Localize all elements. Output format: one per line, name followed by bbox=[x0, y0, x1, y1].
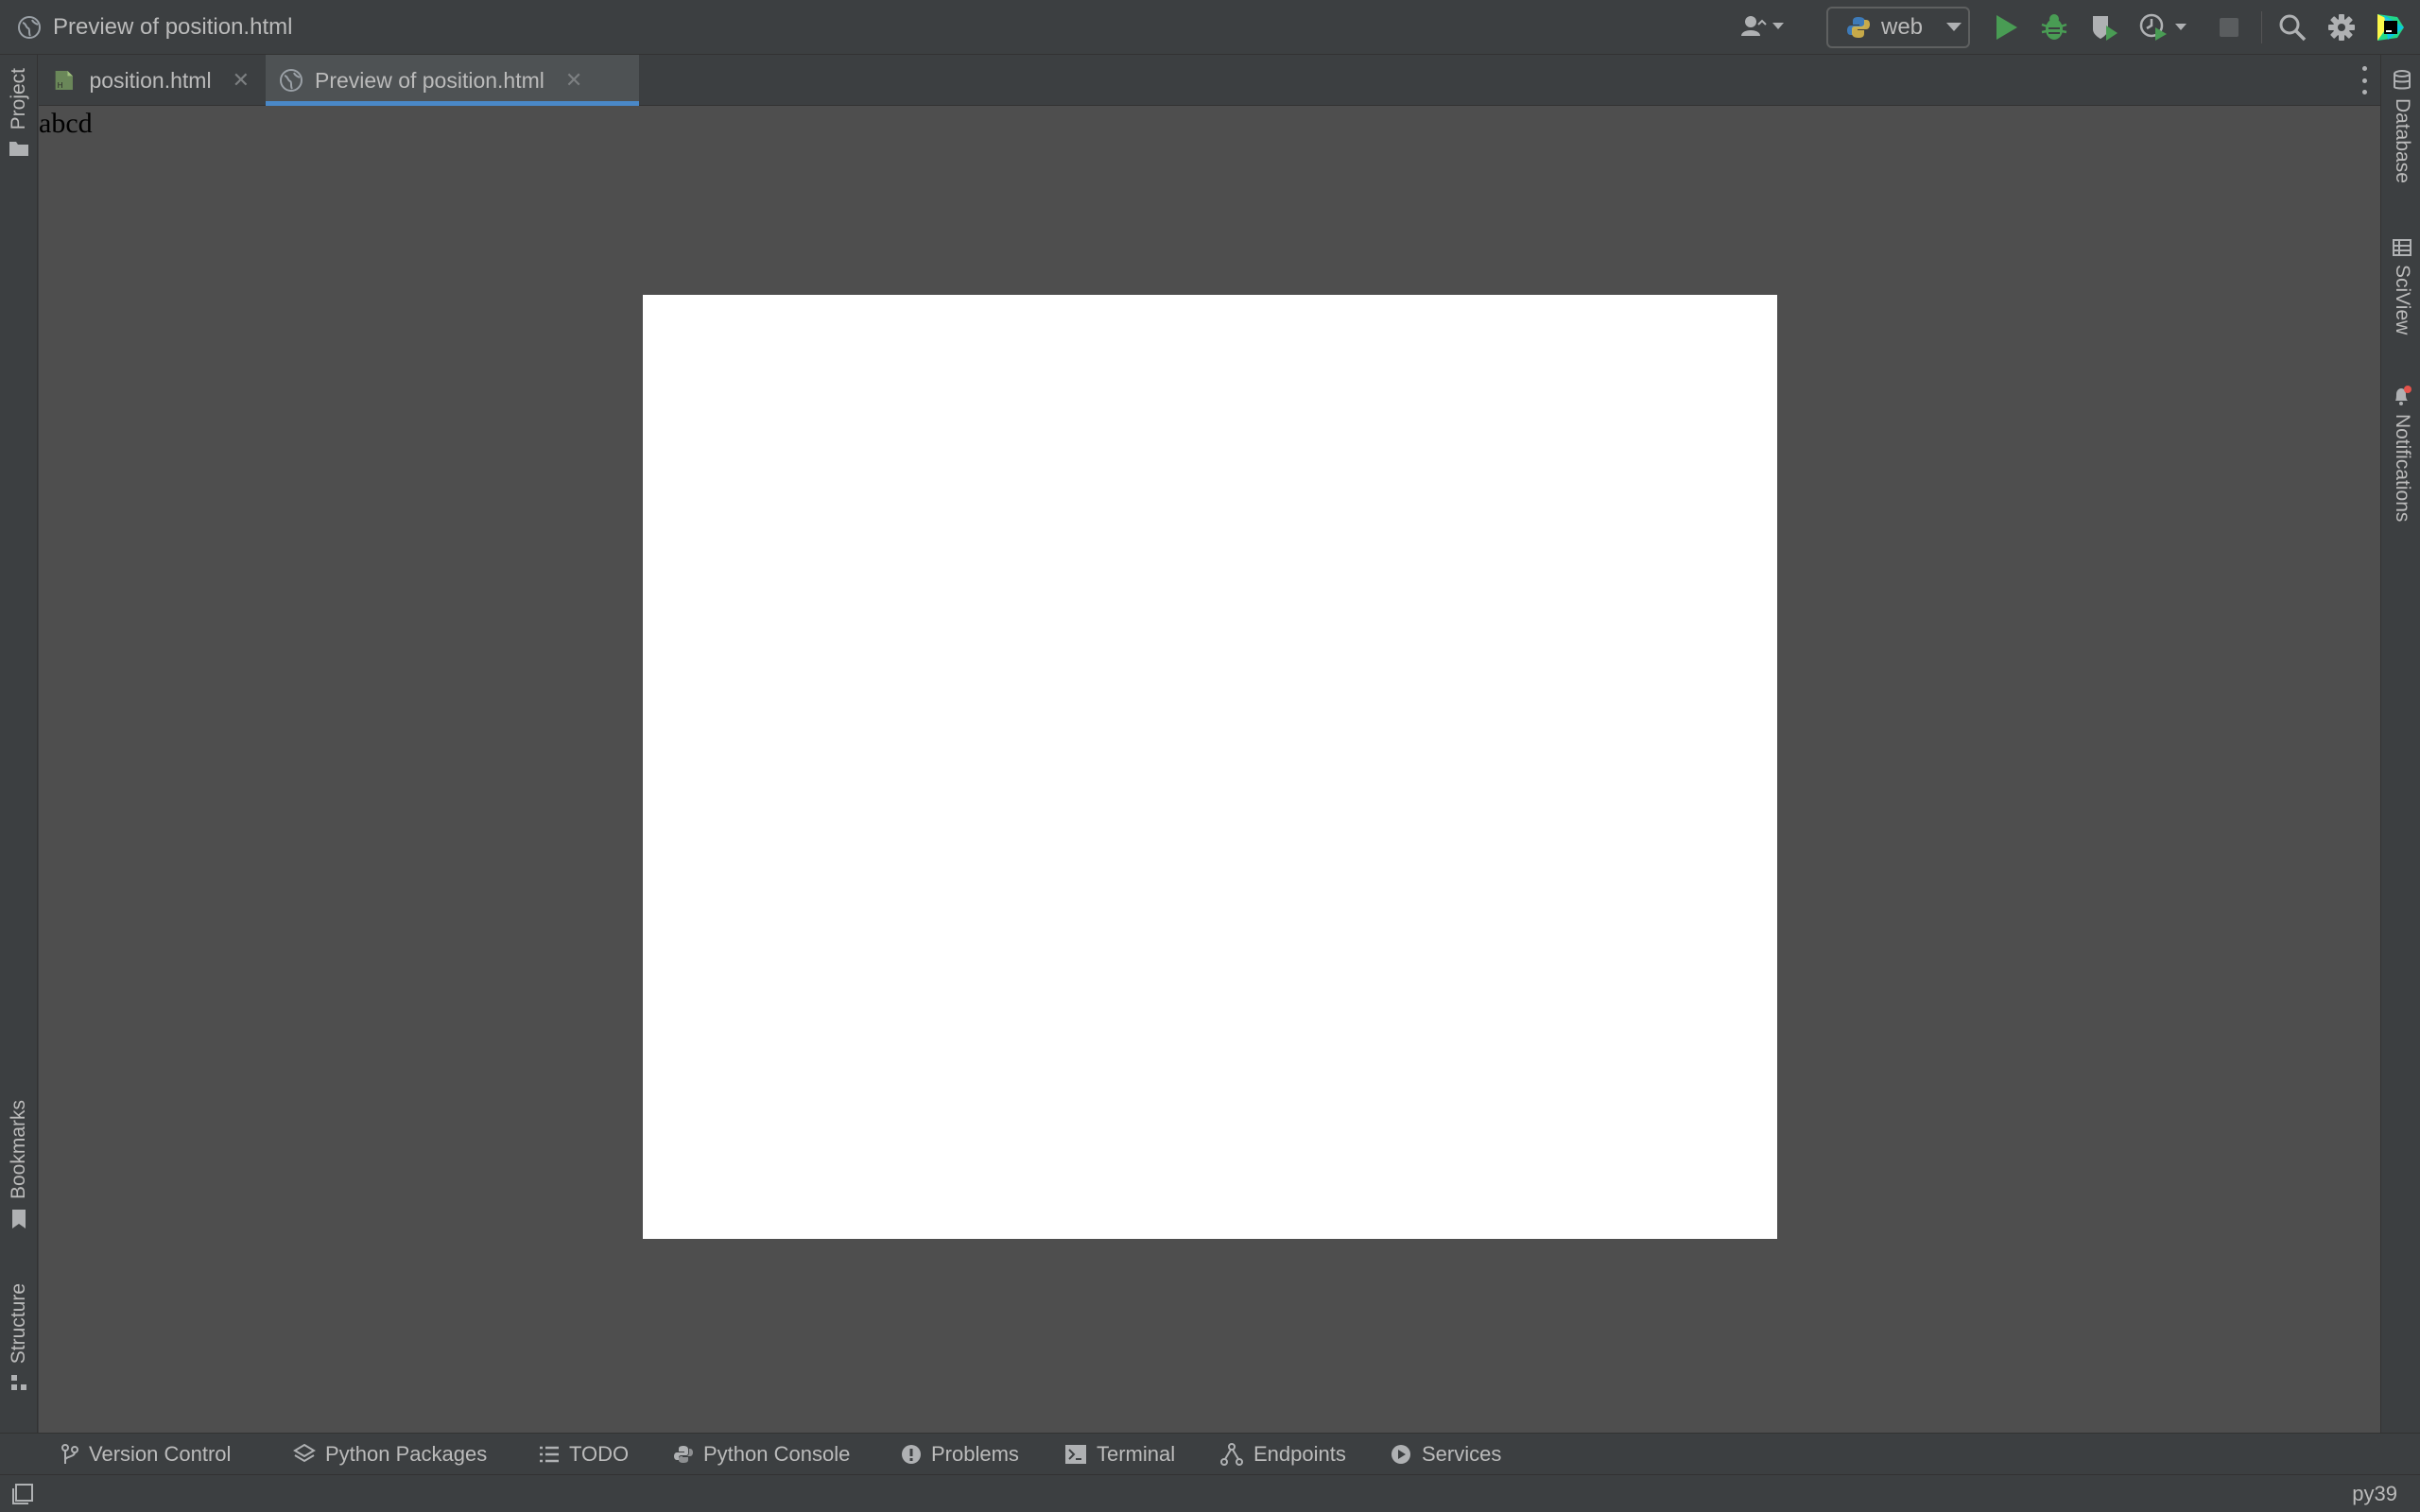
tool-notifications[interactable]: Notifications bbox=[2383, 386, 2420, 522]
run-with-coverage-icon[interactable] bbox=[2089, 12, 2119, 43]
terminal-icon bbox=[1065, 1445, 1086, 1464]
chevron-down-icon bbox=[1946, 23, 1962, 31]
branch-icon bbox=[61, 1444, 78, 1464]
tool-bookmarks[interactable]: Bookmarks bbox=[0, 1100, 38, 1229]
tool-label: Problems bbox=[931, 1442, 1019, 1466]
pycharm-logo-icon[interactable] bbox=[2375, 11, 2407, 43]
python-icon bbox=[1847, 17, 1870, 38]
editor-tab-bar: H position.html ✕ Preview of position.ht… bbox=[39, 55, 2380, 106]
sciview-icon bbox=[2393, 239, 2411, 256]
chevron-down-icon bbox=[1772, 23, 1784, 29]
run-configuration-label: web bbox=[1881, 14, 1924, 40]
user-icon bbox=[1741, 16, 1767, 36]
tab-position-html[interactable]: H position.html ✕ bbox=[39, 55, 263, 106]
tool-problems[interactable]: Problems bbox=[901, 1434, 1019, 1475]
list-icon bbox=[540, 1446, 559, 1463]
bookmark-icon bbox=[12, 1210, 26, 1229]
run-icon[interactable] bbox=[1993, 13, 2019, 42]
tool-services[interactable]: Services bbox=[1390, 1434, 1501, 1475]
tool-label: Python Packages bbox=[325, 1442, 488, 1466]
window-title: Preview of position.html bbox=[53, 14, 293, 40]
python-interpreter-selector[interactable]: py39 bbox=[2352, 1475, 2397, 1512]
python-icon bbox=[674, 1446, 693, 1463]
tool-terminal[interactable]: Terminal bbox=[1064, 1434, 1175, 1475]
bottom-tool-bar: Version Control Python Packages TODO Pyt… bbox=[0, 1433, 2420, 1474]
tab-label: Preview of position.html bbox=[315, 67, 544, 93]
layers-icon bbox=[293, 1443, 316, 1463]
account-button[interactable] bbox=[1739, 13, 1785, 40]
left-tool-strip: Project Bookmarks Structure bbox=[0, 55, 38, 1433]
tool-bookmarks-label: Bookmarks bbox=[8, 1100, 29, 1200]
tool-project-label: Project bbox=[8, 68, 29, 130]
tool-label: TODO bbox=[569, 1442, 630, 1466]
profile-button[interactable] bbox=[2138, 12, 2187, 43]
search-icon[interactable] bbox=[2278, 13, 2307, 42]
tool-python-console[interactable]: Python Console bbox=[673, 1434, 850, 1475]
tool-database[interactable]: Database bbox=[2383, 70, 2420, 183]
tool-structure-label: Structure bbox=[8, 1283, 29, 1365]
globe-icon bbox=[280, 69, 302, 92]
tool-label: Version Control bbox=[89, 1442, 232, 1466]
stop-icon[interactable] bbox=[2220, 18, 2238, 37]
tool-todo[interactable]: TODO bbox=[539, 1434, 629, 1475]
tool-label: Services bbox=[1422, 1442, 1502, 1466]
preview-white-box bbox=[643, 295, 1777, 1239]
tool-sciview[interactable]: SciView bbox=[2383, 238, 2420, 335]
preview-text: abcd bbox=[39, 108, 93, 139]
tool-window-toggle-icon[interactable] bbox=[11, 1484, 34, 1504]
services-icon bbox=[1392, 1445, 1410, 1464]
tool-label: Terminal bbox=[1097, 1442, 1176, 1466]
folder-icon bbox=[9, 142, 28, 157]
tool-database-label: Database bbox=[2392, 98, 2413, 183]
close-icon[interactable]: ✕ bbox=[565, 68, 582, 93]
warning-icon bbox=[902, 1445, 921, 1464]
html-file-icon: H bbox=[55, 70, 73, 90]
tool-version-control[interactable]: Version Control bbox=[60, 1434, 231, 1475]
status-bar: py39 bbox=[0, 1474, 2420, 1512]
profiler-icon bbox=[2139, 13, 2167, 41]
window-title-group: Preview of position.html bbox=[17, 0, 292, 55]
endpoints-icon bbox=[1220, 1443, 1243, 1466]
toolbar-separator bbox=[2261, 11, 2262, 43]
svg-text:H: H bbox=[57, 80, 62, 90]
run-configuration-select[interactable]: web bbox=[1826, 7, 1970, 48]
chevron-down-icon bbox=[2175, 24, 2187, 30]
tool-project[interactable]: Project bbox=[0, 68, 38, 158]
right-tool-strip: Database SciView Notifications bbox=[2380, 55, 2420, 1433]
tool-sciview-label: SciView bbox=[2392, 265, 2413, 335]
close-icon[interactable]: ✕ bbox=[233, 68, 250, 93]
more-options-icon[interactable] bbox=[2360, 66, 2369, 94]
tool-label: Python Console bbox=[703, 1442, 851, 1466]
debug-icon[interactable] bbox=[2040, 13, 2068, 42]
html-preview-pane[interactable]: abcd bbox=[39, 106, 2380, 1433]
tool-python-packages[interactable]: Python Packages bbox=[293, 1434, 487, 1475]
database-icon bbox=[2394, 70, 2411, 90]
title-bar: Preview of position.html web bbox=[0, 0, 2420, 55]
structure-icon bbox=[11, 1375, 26, 1391]
tool-label: Endpoints bbox=[1253, 1442, 1346, 1466]
tab-label: position.html bbox=[89, 67, 212, 93]
tool-notifications-label: Notifications bbox=[2392, 414, 2413, 523]
bell-icon bbox=[2395, 386, 2411, 405]
gear-icon[interactable] bbox=[2327, 13, 2356, 42]
tool-endpoints[interactable]: Endpoints bbox=[1219, 1434, 1346, 1475]
globe-icon bbox=[18, 16, 41, 39]
tab-preview-position-html[interactable]: Preview of position.html ✕ bbox=[266, 55, 639, 106]
tool-structure[interactable]: Structure bbox=[0, 1283, 38, 1392]
